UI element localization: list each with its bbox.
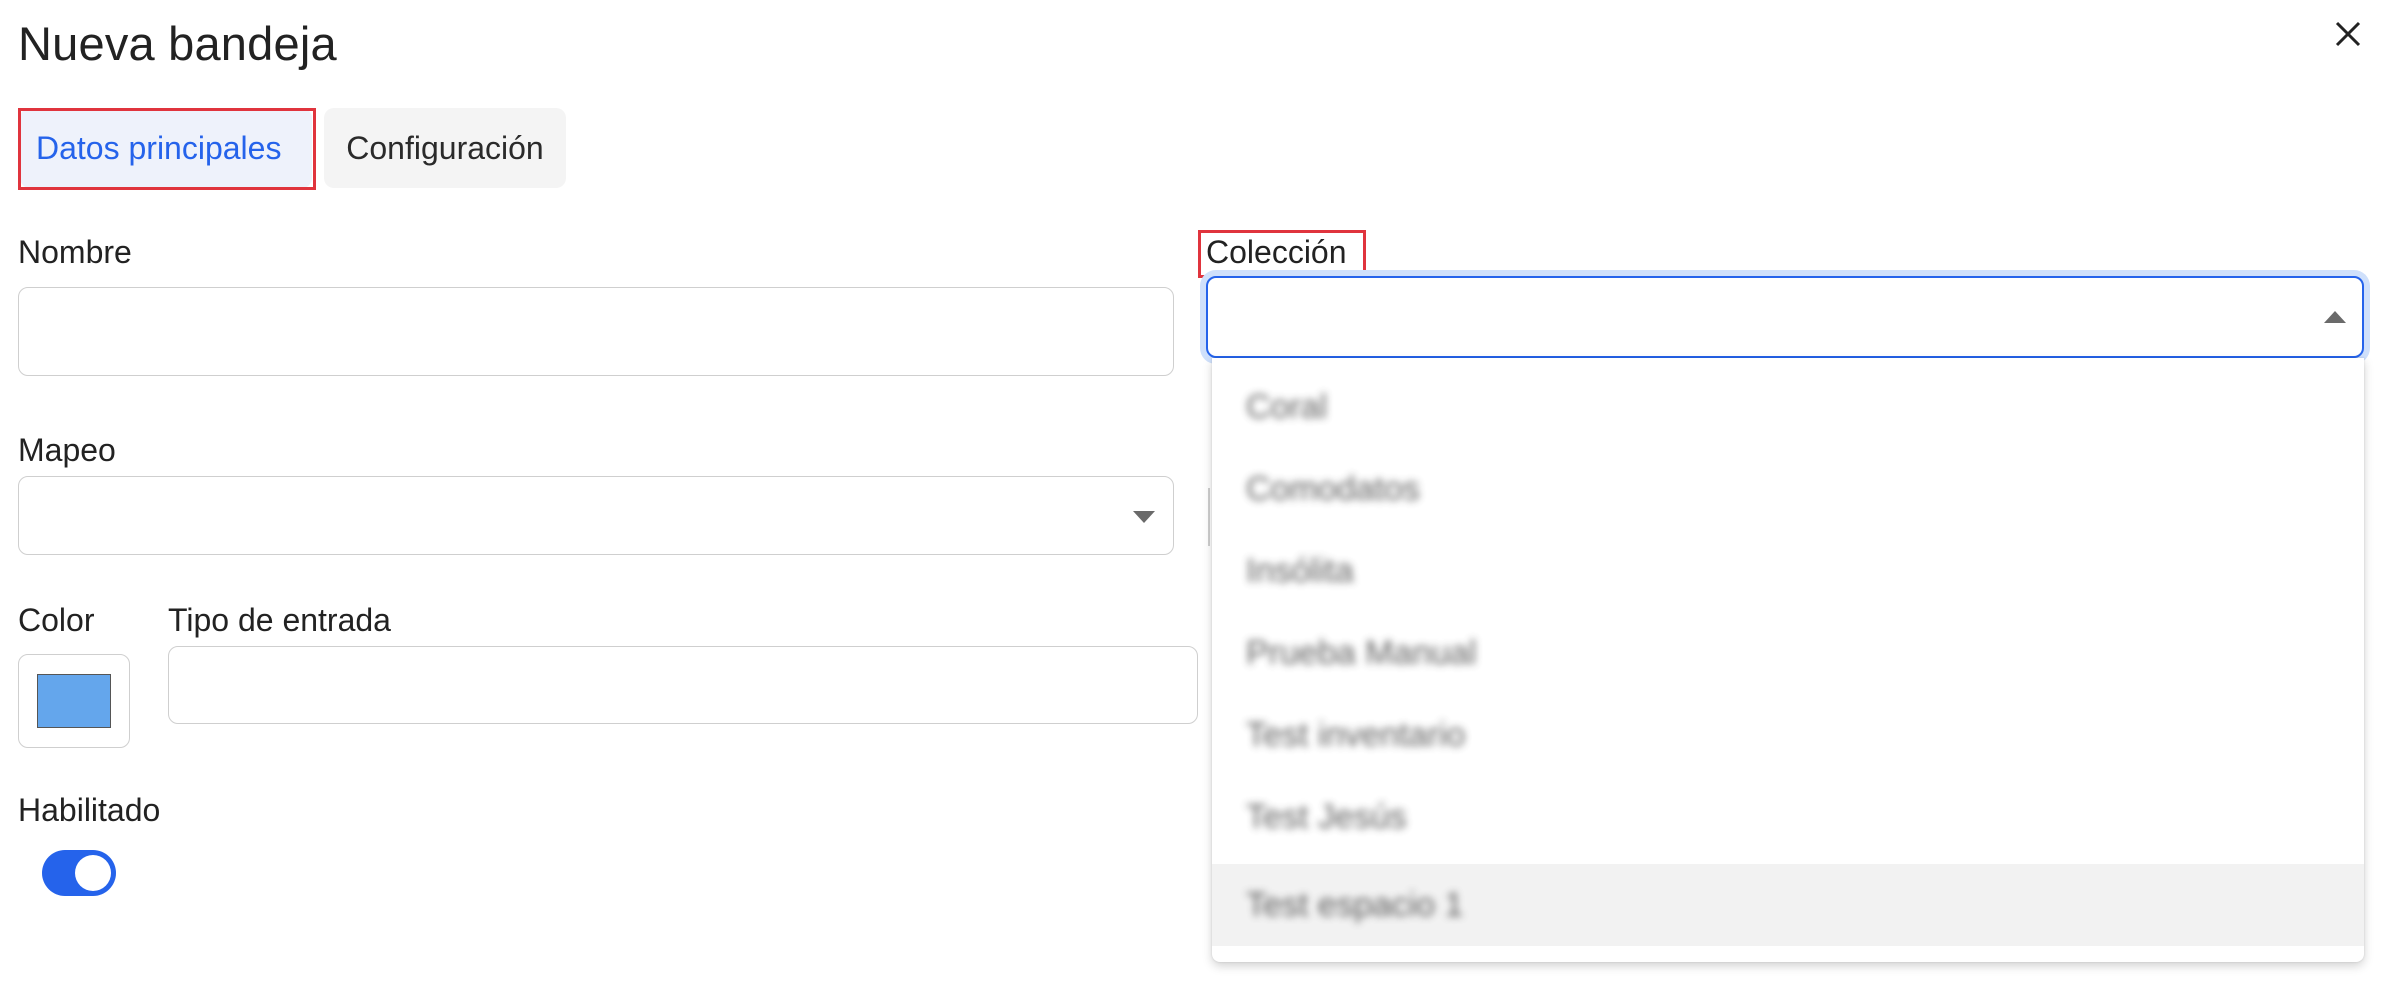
dropdown-option[interactable]: Coral (1212, 366, 2364, 448)
habilitado-toggle[interactable] (42, 850, 116, 896)
nombre-input[interactable] (18, 287, 1174, 376)
close-icon (2335, 21, 2361, 47)
dropdown-option[interactable]: Insólita (1212, 530, 2364, 612)
nombre-label: Nombre (18, 234, 132, 270)
mapeo-label: Mapeo (18, 432, 116, 468)
chevron-up-icon (2324, 311, 2346, 323)
color-picker[interactable] (18, 654, 130, 748)
coleccion-label: Colección (1206, 234, 1347, 270)
color-label: Color (18, 602, 95, 638)
mapeo-select[interactable] (18, 476, 1174, 555)
close-button[interactable] (2320, 6, 2376, 62)
tipo-entrada-input[interactable] (168, 646, 1198, 724)
coleccion-dropdown: Coral Comodatos Insólita Prueba Manual T… (1212, 358, 2364, 962)
dialog-title: Nueva bandeja (18, 17, 337, 70)
tab-datos-principales[interactable]: Datos principales (20, 108, 312, 188)
coleccion-select[interactable] (1206, 276, 2364, 358)
dropdown-option[interactable]: Prueba Manual (1212, 612, 2364, 694)
habilitado-label: Habilitado (18, 792, 161, 828)
color-swatch (37, 674, 111, 728)
dropdown-option[interactable]: Test espacio 1 (1212, 864, 2364, 946)
tab-label: Configuración (346, 129, 544, 166)
tab-label: Datos principales (36, 129, 282, 166)
dropdown-option[interactable]: Test inventario (1212, 694, 2364, 776)
dropdown-option[interactable]: Comodatos (1212, 448, 2364, 530)
chevron-down-icon (1133, 511, 1155, 523)
toggle-knob (75, 855, 111, 891)
field-border-fragment (1208, 488, 1210, 546)
tipo-entrada-label: Tipo de entrada (168, 602, 391, 638)
dropdown-option[interactable]: Test Jesús (1212, 776, 2364, 858)
tab-configuracion[interactable]: Configuración (324, 108, 566, 188)
